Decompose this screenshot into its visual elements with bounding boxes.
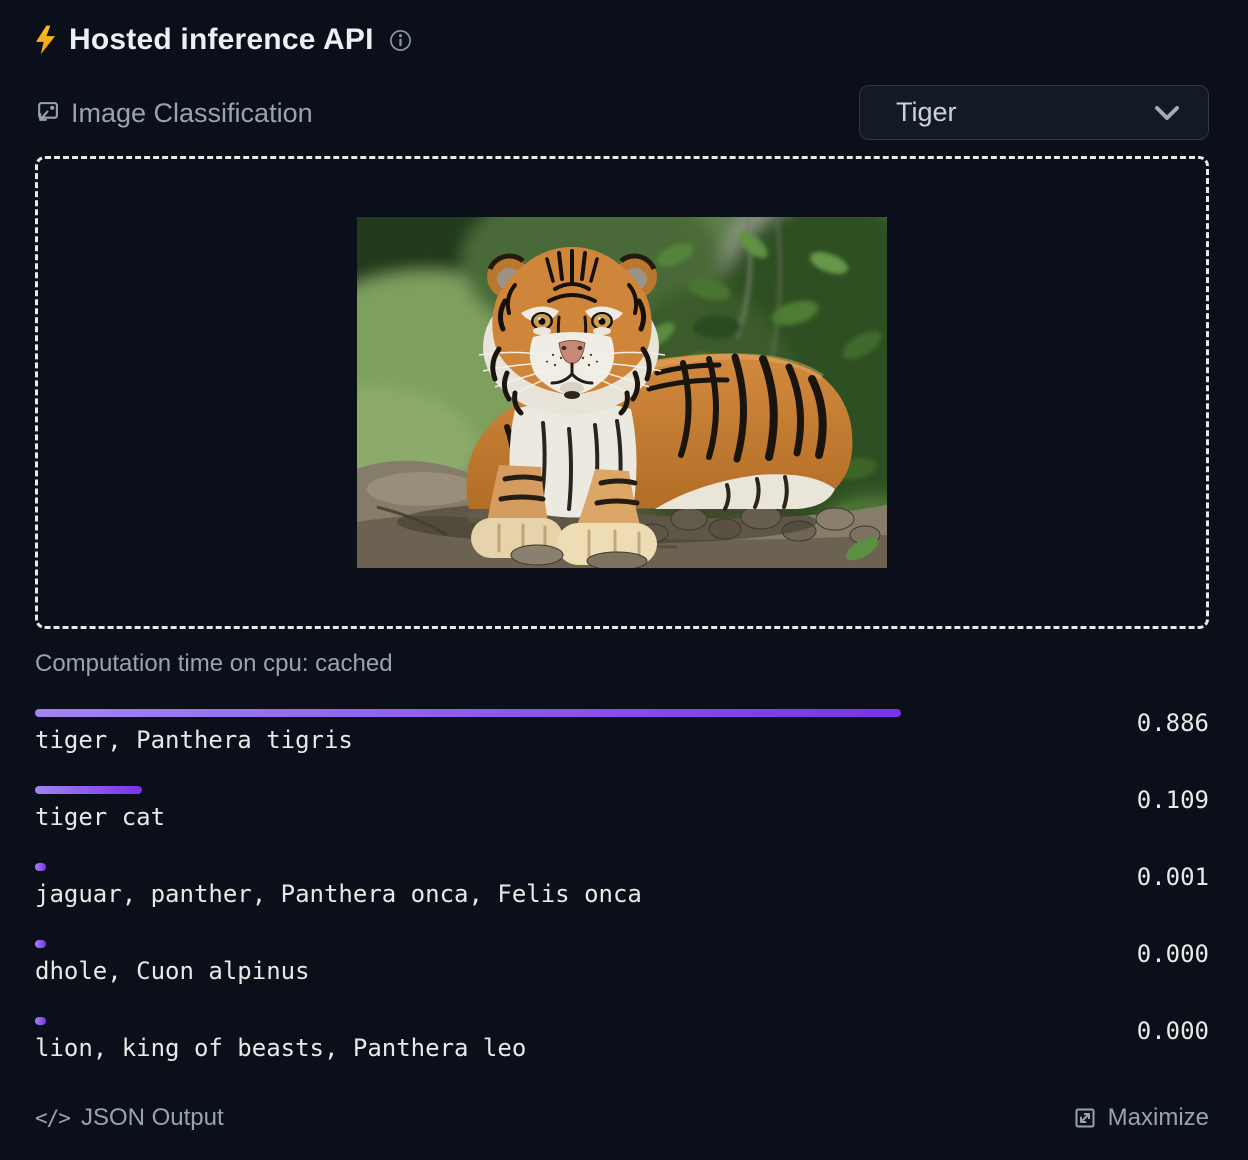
class-label: tiger cat — [35, 804, 1013, 830]
result-row: tiger cat 0.109 — [35, 786, 1209, 830]
class-label: lion, king of beasts, Panthera leo — [35, 1035, 1013, 1061]
chevron-down-icon — [1154, 105, 1180, 121]
result-row: jaguar, panther, Panthera onca, Felis on… — [35, 863, 1209, 907]
maximize-label: Maximize — [1108, 1104, 1209, 1132]
task-label: Image Classification — [35, 97, 313, 129]
code-icon: </> — [35, 1104, 70, 1132]
widget-header: Hosted inference API — [35, 22, 1209, 58]
image-classification-icon — [35, 100, 60, 125]
example-selector-value: Tiger — [896, 97, 957, 128]
class-label: tiger, Panthera tigris — [35, 727, 1013, 753]
task-row: Image Classification Tiger — [35, 85, 1209, 140]
score-bar — [35, 786, 142, 794]
lightning-bolt-icon — [35, 25, 56, 55]
class-score: 0.886 — [1013, 709, 1209, 737]
class-score: 0.000 — [1013, 940, 1209, 968]
page-title: Hosted inference API — [69, 22, 374, 58]
inference-widget: Hosted inference API Image Classificatio… — [0, 0, 1248, 1160]
class-label: dhole, Cuon alpinus — [35, 958, 1013, 984]
class-score: 0.001 — [1013, 863, 1209, 891]
example-selector-dropdown[interactable]: Tiger — [859, 85, 1209, 140]
result-row: dhole, Cuon alpinus 0.000 — [35, 940, 1209, 984]
computation-time-text: Computation time on cpu: cached — [35, 650, 1209, 678]
maximize-button[interactable]: Maximize — [1073, 1104, 1209, 1132]
classification-results: tiger, Panthera tigris 0.886 tiger cat 0… — [35, 709, 1209, 1061]
info-icon[interactable] — [389, 29, 412, 52]
class-score: 0.000 — [1013, 1017, 1209, 1045]
class-score: 0.109 — [1013, 786, 1209, 814]
image-dropzone[interactable] — [35, 156, 1209, 629]
input-image — [357, 217, 887, 568]
result-row: lion, king of beasts, Panthera leo 0.000 — [35, 1017, 1209, 1061]
json-output-button[interactable]: </> JSON Output — [35, 1104, 224, 1132]
score-bar — [35, 1017, 46, 1025]
score-bar — [35, 709, 901, 717]
task-label-text: Image Classification — [71, 97, 313, 129]
json-output-label: JSON Output — [81, 1104, 224, 1132]
maximize-icon — [1073, 1106, 1097, 1130]
widget-footer: </> JSON Output Maximize — [35, 1104, 1209, 1132]
result-row: tiger, Panthera tigris 0.886 — [35, 709, 1209, 753]
class-label: jaguar, panther, Panthera onca, Felis on… — [35, 881, 1013, 907]
score-bar — [35, 863, 46, 871]
score-bar — [35, 940, 46, 948]
